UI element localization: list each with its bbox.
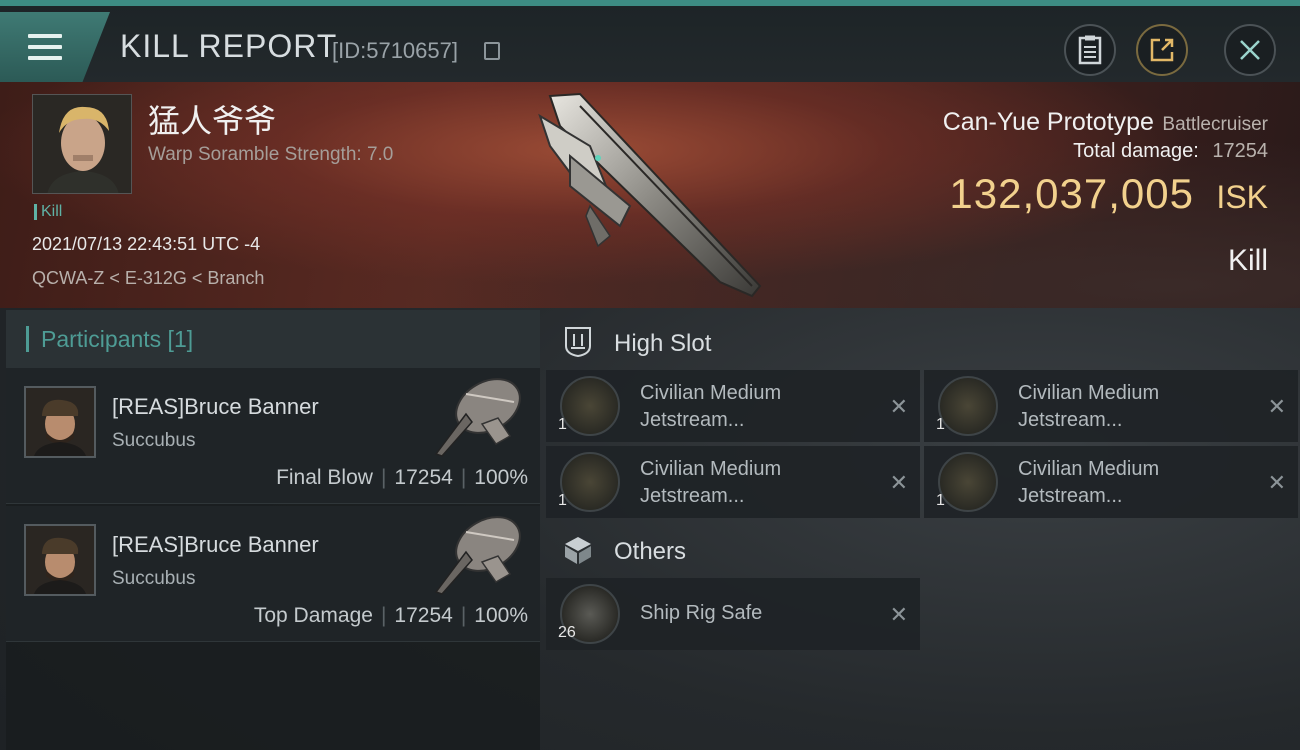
module-icon xyxy=(938,376,998,436)
participant-percent: 100% xyxy=(474,466,528,489)
cargo-item[interactable]: 26 Ship Rig Safe ✕ xyxy=(546,578,920,650)
total-damage-row: Total damage: 17254 xyxy=(1073,140,1268,163)
ship-name[interactable]: Can-Yue Prototype xyxy=(943,108,1154,136)
destroyed-icon: ✕ xyxy=(1267,470,1286,495)
high-slot-title: High Slot xyxy=(614,330,712,357)
result-label: Kill xyxy=(1227,244,1268,277)
participant-ship-image[interactable] xyxy=(426,374,526,464)
participant-role: Final Blow xyxy=(276,466,373,489)
top-bar: KILL REPORT [ID:5710657] xyxy=(0,0,1300,82)
avatar[interactable] xyxy=(24,386,96,458)
cube-icon xyxy=(565,537,591,564)
high-slot-icon xyxy=(565,327,591,358)
module-icon xyxy=(560,376,620,436)
others-header: Others xyxy=(562,526,962,576)
module-icon xyxy=(938,452,998,512)
victim-banner: 猛人爷爷 Warp Soramble Strength: 7.0 Kill 20… xyxy=(0,82,1300,308)
participant-stats: Top Damage | 17254 | 100% xyxy=(253,604,528,627)
victim-name: 猛人爷爷 xyxy=(148,103,277,139)
avatar[interactable] xyxy=(24,524,96,596)
participant-role: Top Damage xyxy=(253,604,373,627)
participant-row[interactable]: [REAS]Bruce Banner Succubus Final Blow | 1… xyxy=(6,368,540,504)
close-icon xyxy=(1240,40,1260,60)
share-icon xyxy=(1150,38,1174,62)
participant-ship: Succubus xyxy=(112,430,196,451)
high-slot-header: High Slot xyxy=(562,318,962,368)
participant-percent: 100% xyxy=(474,604,528,627)
participant-name[interactable]: [REAS]Bruce Banner xyxy=(112,532,319,558)
participant-ship-image[interactable] xyxy=(426,512,526,602)
participants-panel: Participants [1] [REAS]Bruce Banner Succ… xyxy=(6,310,540,750)
module-item[interactable]: 1 Civilian Medium Jetstream... ✕ xyxy=(546,446,920,518)
others-title: Others xyxy=(614,538,687,565)
destroyed-icon: ✕ xyxy=(889,602,908,627)
victim-ship-image[interactable] xyxy=(520,86,790,306)
item-quantity: 26 xyxy=(558,624,576,641)
item-name: Ship Rig Safe xyxy=(640,602,763,624)
destroyed-icon: ✕ xyxy=(889,394,908,419)
participant-name[interactable]: [REAS]Bruce Banner xyxy=(112,394,319,420)
participants-header: Participants [1] xyxy=(6,310,540,368)
module-item[interactable]: 1 Civilian Medium Jetstream... ✕ xyxy=(924,446,1298,518)
total-damage-label: Total damage: xyxy=(1073,140,1199,162)
kill-report-screen: KILL REPORT [ID:5710657] 猛人爷爷 Warp Soram… xyxy=(0,0,1300,750)
page-title: KILL REPORT xyxy=(120,28,338,64)
clipboard-icon xyxy=(1078,35,1102,65)
item-quantity: 1 xyxy=(936,492,945,509)
clipboard-button[interactable] xyxy=(1064,24,1116,76)
kill-location[interactable]: QCWA-Z < E-312G < Branch xyxy=(32,268,264,289)
close-button[interactable] xyxy=(1224,24,1276,76)
participants-title: Participants [1] xyxy=(26,326,193,352)
item-name: Civilian Medium Jetstream... xyxy=(1018,382,1160,431)
copy-icon[interactable] xyxy=(484,42,500,60)
module-item[interactable]: 1 Civilian Medium Jetstream... ✕ xyxy=(924,370,1298,442)
module-item[interactable]: 1 Civilian Medium Jetstream... ✕ xyxy=(546,370,920,442)
item-quantity: 1 xyxy=(558,492,567,509)
menu-icon xyxy=(28,34,62,62)
item-quantity: 1 xyxy=(936,416,945,433)
isk-row: 132,037,005 ISK xyxy=(949,170,1268,218)
victim-ship-row: Can-Yue Prototype Battlecruiser xyxy=(943,108,1268,137)
menu-button[interactable] xyxy=(0,12,110,82)
ship-class: Battlecruiser xyxy=(1162,114,1268,135)
item-quantity: 1 xyxy=(558,416,567,433)
participant-ship: Succubus xyxy=(112,568,196,589)
module-icon xyxy=(560,452,620,512)
participant-damage: 17254 xyxy=(394,466,453,489)
destroyed-icon: ✕ xyxy=(889,470,908,495)
kill-tag: Kill xyxy=(34,204,62,220)
participant-damage: 17254 xyxy=(394,604,453,627)
kill-timestamp: 2021/07/13 22:43:51 UTC -4 xyxy=(32,234,261,254)
isk-unit: ISK xyxy=(1216,179,1268,215)
item-name: Civilian Medium Jetstream... xyxy=(1018,458,1160,507)
victim-avatar[interactable] xyxy=(32,94,132,194)
participant-stats: Final Blow | 17254 | 100% xyxy=(276,466,528,489)
destroyed-icon: ✕ xyxy=(1267,394,1286,419)
item-name: Civilian Medium Jetstream... xyxy=(640,382,782,431)
share-button[interactable] xyxy=(1136,24,1188,76)
warp-strength: Warp Soramble Strength: 7.0 xyxy=(148,144,394,165)
total-damage-value: 17254 xyxy=(1212,140,1268,162)
isk-value: 132,037,005 xyxy=(949,170,1194,217)
item-name: Civilian Medium Jetstream... xyxy=(640,458,782,507)
report-id: [ID:5710657] xyxy=(332,38,458,63)
participant-row[interactable]: [REAS]Bruce Banner Succubus Top Damage | 1… xyxy=(6,506,540,642)
